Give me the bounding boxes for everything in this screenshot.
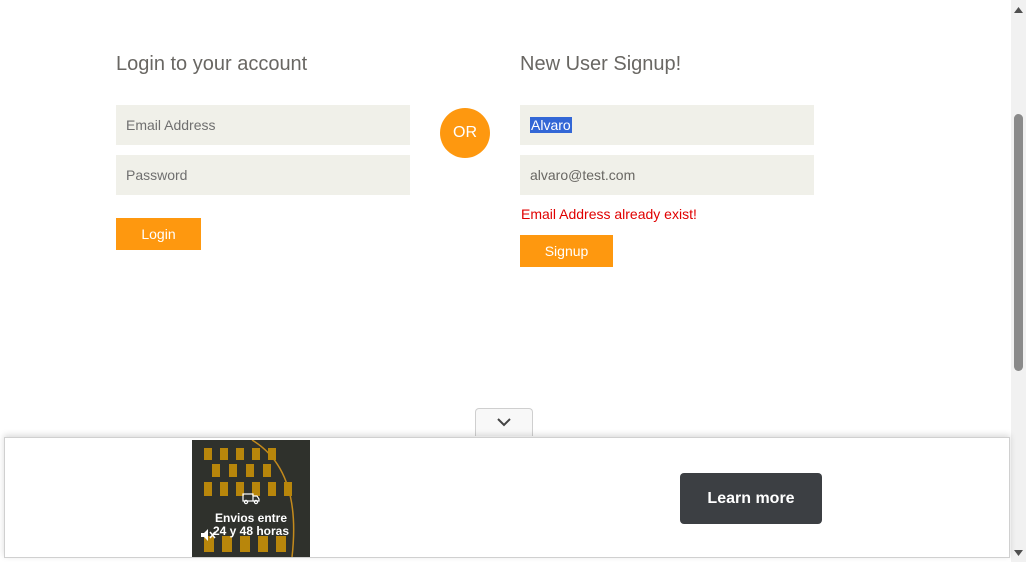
login-email-input[interactable]: Email Address	[116, 105, 410, 145]
signup-button[interactable]: Signup	[520, 235, 613, 267]
mute-icon[interactable]	[200, 528, 216, 547]
scrollbar-thumb[interactable]	[1014, 114, 1023, 371]
ad-collapse-button[interactable]	[475, 408, 533, 436]
signup-name-input[interactable]: Alvaro	[520, 105, 814, 145]
or-divider: OR	[440, 108, 490, 158]
login-heading: Login to your account	[116, 53, 308, 75]
learn-more-button[interactable]: Learn more	[680, 473, 822, 524]
page-scrollbar[interactable]	[1011, 0, 1026, 562]
scroll-down-arrow-icon[interactable]	[1011, 545, 1026, 560]
signup-name-value: Alvaro	[530, 117, 572, 133]
login-button[interactable]: Login	[116, 218, 201, 250]
signup-heading: New User Signup!	[520, 53, 682, 75]
chevron-down-icon	[496, 414, 512, 432]
login-password-input[interactable]: Password	[116, 155, 410, 195]
signup-email-input[interactable]: alvaro@test.com	[520, 155, 814, 195]
ad-image[interactable]: Envios entre 24 y 48 horas	[192, 440, 310, 557]
scroll-up-arrow-icon[interactable]	[1011, 2, 1026, 17]
signup-error-message: Email Address already exist!	[521, 206, 697, 222]
ad-banner[interactable]: Envios entre 24 y 48 horas Learn more	[4, 437, 1010, 558]
